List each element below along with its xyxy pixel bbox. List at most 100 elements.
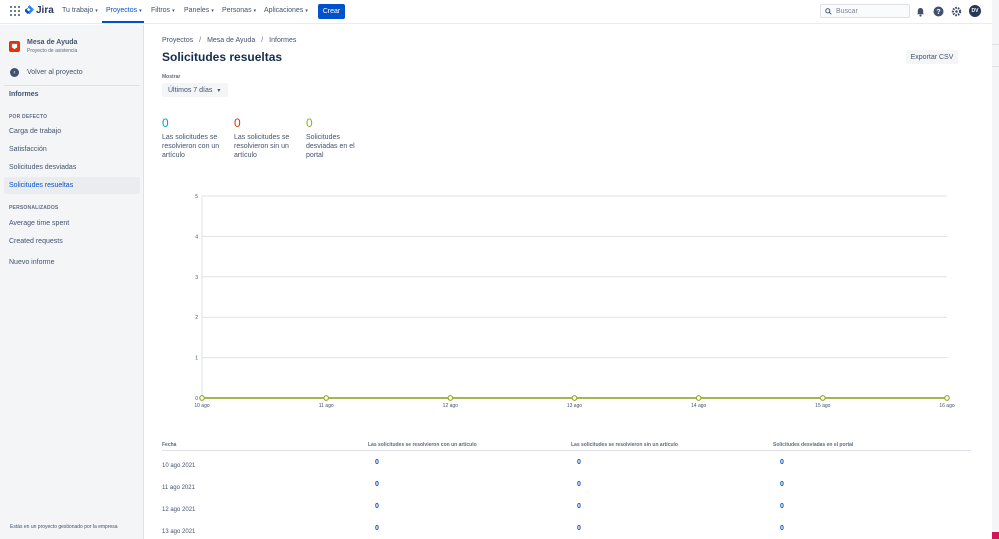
data-point: [323, 395, 329, 401]
cell-value-link[interactable]: 0: [577, 503, 581, 510]
nav-proyectos[interactable]: Proyectos ▾: [106, 7, 142, 14]
export-csv-button[interactable]: Exportar CSV: [906, 50, 958, 64]
data-point: [944, 395, 950, 401]
chevron-down-icon: ▾: [139, 7, 142, 14]
stat-value: 0: [162, 116, 169, 130]
stat-without-article: 0 Las solicitudes se resolvieron sin un …: [234, 116, 294, 160]
search-input[interactable]: Buscar: [820, 4, 910, 18]
breadcrumb-proyectos[interactable]: Proyectos: [162, 37, 193, 44]
time-range-select[interactable]: Últimos 7 días ▾: [162, 83, 228, 97]
page-title: Solicitudes resueltas: [162, 50, 283, 64]
sidebar-item-label: Nuevo informe: [9, 259, 55, 266]
cell-date: 12 ago 2021: [162, 507, 196, 513]
new-report-link[interactable]: Nuevo informe: [4, 254, 140, 271]
jira-logo[interactable]: Jira: [25, 5, 54, 16]
project-name[interactable]: Mesa de Ayuda: [27, 39, 77, 46]
search-placeholder: Buscar: [836, 7, 858, 15]
stat-value: 0: [306, 116, 313, 130]
sidebar-item-label: Carga de trabajo: [9, 128, 62, 135]
chevron-down-icon: ▾: [211, 7, 214, 14]
settings-icon[interactable]: [951, 6, 962, 17]
breadcrumb-separator: /: [261, 37, 264, 44]
sidebar-item-created-requests[interactable]: Created requests: [4, 233, 140, 250]
group-label-custom: PERSONALIZADOS: [9, 205, 59, 211]
data-point: [199, 395, 205, 401]
nav-personas[interactable]: Personas ▾: [222, 7, 256, 14]
x-tick-label: 13 ago: [567, 403, 583, 409]
table-header-date: Fecha: [162, 442, 177, 448]
back-arrow-icon[interactable]: ‹: [10, 68, 19, 77]
data-point: [820, 395, 826, 401]
nav-filtros[interactable]: Filtros ▾: [151, 7, 175, 14]
nav-label: Personas: [222, 7, 252, 14]
divider: [4, 85, 140, 86]
sidebar-item-satisfaccion[interactable]: Satisfacción: [4, 141, 140, 158]
nav-paneles[interactable]: Paneles ▾: [184, 7, 214, 14]
nav-label: Proyectos: [106, 7, 138, 14]
x-tick-label: 14 ago: [691, 403, 707, 409]
sidebar-item-label: Created requests: [9, 238, 63, 245]
table-header-without-article: Las solicitudes se resolvieron sin un ar…: [571, 442, 678, 448]
project-avatar-icon[interactable]: [9, 41, 20, 52]
cell-value-link[interactable]: 0: [577, 481, 581, 488]
active-nav-indicator: [102, 21, 144, 23]
top-navigation: Jira Tu trabajo ▾ Proyectos ▾ Filtros ▾ Pan…: [0, 0, 992, 24]
nav-label: Paneles: [184, 7, 210, 14]
cell-value-link[interactable]: 0: [375, 503, 379, 510]
stat-label: Solicitudes desviadas en el portal: [306, 134, 355, 159]
cell-value-link[interactable]: 0: [780, 481, 784, 488]
chevron-down-icon: ▾: [217, 87, 221, 94]
sidebar-section-title: Informes: [9, 91, 39, 98]
table-divider: [162, 450, 971, 451]
nav-tu-trabajo[interactable]: Tu trabajo ▾: [62, 7, 98, 14]
cell-value-link[interactable]: 0: [375, 459, 379, 466]
sidebar-item-solicitudes-resueltas[interactable]: Solicitudes resueltas: [4, 177, 140, 194]
scrollbar-track: [992, 0, 999, 539]
app-switcher-icon[interactable]: [10, 6, 20, 16]
cell-value-link[interactable]: 0: [375, 525, 379, 532]
sidebar-footer: Estás en un proyecto gestionado por la e…: [10, 524, 118, 530]
divider: [992, 44, 999, 45]
sidebar-item-solicitudes-desviadas[interactable]: Solicitudes desviadas: [4, 159, 140, 176]
back-to-project-link[interactable]: Volver al proyecto: [27, 69, 83, 76]
sidebar-item-carga-de-trabajo[interactable]: Carga de trabajo: [4, 123, 140, 140]
y-tick-label: 3: [195, 275, 198, 281]
scrollbar-marker: [992, 532, 999, 539]
divider: [992, 66, 999, 67]
cell-value-link[interactable]: 0: [780, 503, 784, 510]
y-tick-label: 2: [195, 315, 198, 321]
cell-date: 13 ago 2021: [162, 529, 196, 535]
x-tick-label: 11 ago: [319, 403, 334, 409]
breadcrumb: Proyectos / Mesa de Ayuda / Informes: [162, 37, 296, 44]
y-tick-label: 0: [195, 396, 198, 402]
sidebar-item-label: Average time spent: [9, 220, 70, 227]
sidebar-item-label: Solicitudes resueltas: [9, 182, 74, 189]
cell-value-link[interactable]: 0: [577, 525, 581, 532]
data-point: [571, 395, 578, 401]
cell-value-link[interactable]: 0: [780, 459, 784, 466]
breadcrumb-mesa-de-ayuda[interactable]: Mesa de Ayuda: [207, 37, 255, 44]
project-type: Proyecto de asistencia: [27, 48, 78, 54]
cell-value-link[interactable]: 0: [375, 481, 379, 488]
cell-value-link[interactable]: 0: [577, 459, 581, 466]
sidebar: Mesa de Ayuda Proyecto de asistencia ‹ V…: [0, 25, 144, 539]
show-label: Mostrar: [162, 74, 181, 80]
nav-aplicaciones[interactable]: Aplicaciones ▾: [264, 7, 308, 14]
page-scrollbar[interactable]: [992, 0, 999, 539]
create-button[interactable]: Crear: [318, 4, 345, 19]
sidebar-item-average-time-spent[interactable]: Average time spent: [4, 215, 140, 232]
notifications-icon[interactable]: [915, 6, 926, 17]
help-icon[interactable]: ?: [933, 6, 944, 17]
stat-value: 0: [234, 116, 241, 130]
breadcrumb-informes[interactable]: Informes: [269, 37, 296, 44]
avatar[interactable]: DV: [969, 5, 981, 17]
nav-label: Aplicaciones: [264, 7, 304, 14]
nav-label: Filtros: [151, 7, 171, 14]
table-header-with-article: Las solicitudes se resolvieron con un ar…: [368, 442, 477, 448]
logo-text: Jira: [36, 5, 54, 16]
stat-label: Las solicitudes se resolvieron con un ar…: [162, 134, 220, 159]
y-tick-label: 5: [195, 194, 198, 200]
cell-date: 10 ago 2021: [162, 463, 196, 469]
cell-value-link[interactable]: 0: [780, 525, 784, 532]
y-tick-label: 4: [195, 234, 198, 240]
